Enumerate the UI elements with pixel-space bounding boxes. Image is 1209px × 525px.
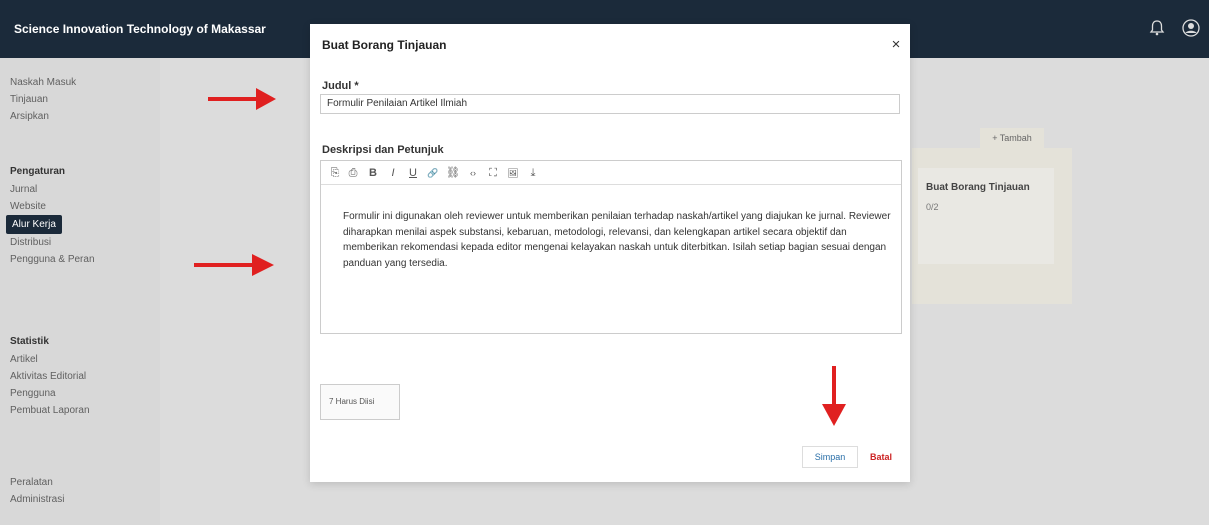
paste-icon[interactable]: ⎙ (345, 165, 361, 181)
user-avatar-icon[interactable] (1182, 19, 1200, 37)
unlink-icon[interactable]: ⛓ (445, 165, 461, 181)
add-form-button[interactable]: + Tambah (980, 128, 1044, 148)
title-input[interactable]: Formulir Penilaian Artikel Ilmiah (320, 94, 900, 114)
sidebar-item-pembuat-laporan[interactable]: Pembuat Laporan (10, 402, 150, 419)
dialog-title: Buat Borang Tinjauan (322, 38, 447, 52)
sidebar-item-peralatan[interactable]: Peralatan (10, 474, 150, 491)
bold-icon[interactable]: B (365, 165, 381, 181)
sidebar-group-submissions: Naskah Masuk Tinjauan Arsipkan (10, 74, 150, 125)
description-editor[interactable]: ⎘ ⎙ B I U 🔗 ⛓ ‹› ⛶ 🖼 ⤓ Formulir ini digu… (320, 160, 902, 334)
sidebar-group-settings: Pengaturan Jurnal Website Alur Kerja Dis… (6, 162, 150, 268)
copy-icon[interactable]: ⎘ (327, 165, 343, 181)
code-icon[interactable]: ‹› (465, 165, 481, 181)
fullscreen-icon[interactable]: ⛶ (485, 165, 501, 181)
sidebar-group-tools: Peralatan Administrasi (10, 474, 150, 508)
annotation-arrow-right-icon (208, 88, 276, 110)
annotation-arrow-down-icon (822, 366, 846, 426)
sidebar-item-artikel[interactable]: Artikel (10, 351, 150, 368)
sidebar-heading-settings[interactable]: Pengaturan (10, 162, 150, 181)
review-form-card-title: Buat Borang Tinjauan (926, 182, 1030, 193)
underline-icon[interactable]: U (405, 165, 421, 181)
link-icon[interactable]: 🔗 (425, 165, 441, 181)
upload-icon[interactable]: ⤓ (525, 165, 541, 181)
sidebar-item-alur-kerja[interactable]: Alur Kerja (6, 215, 62, 234)
image-icon[interactable]: 🖼 (505, 165, 521, 181)
sidebar-group-statistics: Statistik Artikel Aktivitas Editorial Pe… (10, 332, 150, 419)
app-title[interactable]: Science Innovation Technology of Makassa… (14, 22, 266, 36)
sidebar-item-administrasi[interactable]: Administrasi (10, 491, 150, 508)
sidebar-item-distribusi[interactable]: Distribusi (10, 234, 150, 251)
sidebar-item-aktivitas-editorial[interactable]: Aktivitas Editorial (10, 368, 150, 385)
save-button[interactable]: Simpan (802, 446, 858, 468)
sidebar-item-pengguna-peran[interactable]: Pengguna & Peran (10, 251, 150, 268)
review-form-card-count: 0/2 (926, 202, 939, 212)
sidebar-item-pengguna[interactable]: Pengguna (10, 385, 150, 402)
description-text[interactable]: Formulir ini digunakan oleh reviewer unt… (343, 209, 891, 271)
annotation-arrow-right-icon (194, 254, 274, 276)
italic-icon[interactable]: I (385, 165, 401, 181)
sidebar-item-website[interactable]: Website (10, 198, 150, 215)
editor-toolbar: ⎘ ⎙ B I U 🔗 ⛓ ‹› ⛶ 🖼 ⤓ (321, 161, 901, 185)
sidebar-item-arsipkan[interactable]: Arsipkan (10, 108, 150, 125)
sidebar-item-jurnal[interactable]: Jurnal (10, 181, 150, 198)
close-icon[interactable]: × (888, 37, 904, 53)
description-field-label: Deskripsi dan Petunjuk (322, 144, 444, 156)
create-review-form-dialog: Buat Borang Tinjauan × Judul * Formulir … (310, 24, 910, 482)
sidebar: Naskah Masuk Tinjauan Arsipkan Pengatura… (0, 58, 160, 525)
bell-icon[interactable] (1148, 19, 1166, 37)
cancel-button[interactable]: Batal (862, 446, 900, 468)
sidebar-item-tinjauan[interactable]: Tinjauan (10, 91, 150, 108)
sidebar-heading-statistics[interactable]: Statistik (10, 332, 150, 351)
required-fields-note: 7 Harus Diisi (320, 384, 400, 420)
title-field-label: Judul * (322, 80, 359, 92)
review-form-card[interactable]: Buat Borang Tinjauan 0/2 (918, 168, 1054, 264)
sidebar-item-naskah-masuk[interactable]: Naskah Masuk (10, 74, 150, 91)
